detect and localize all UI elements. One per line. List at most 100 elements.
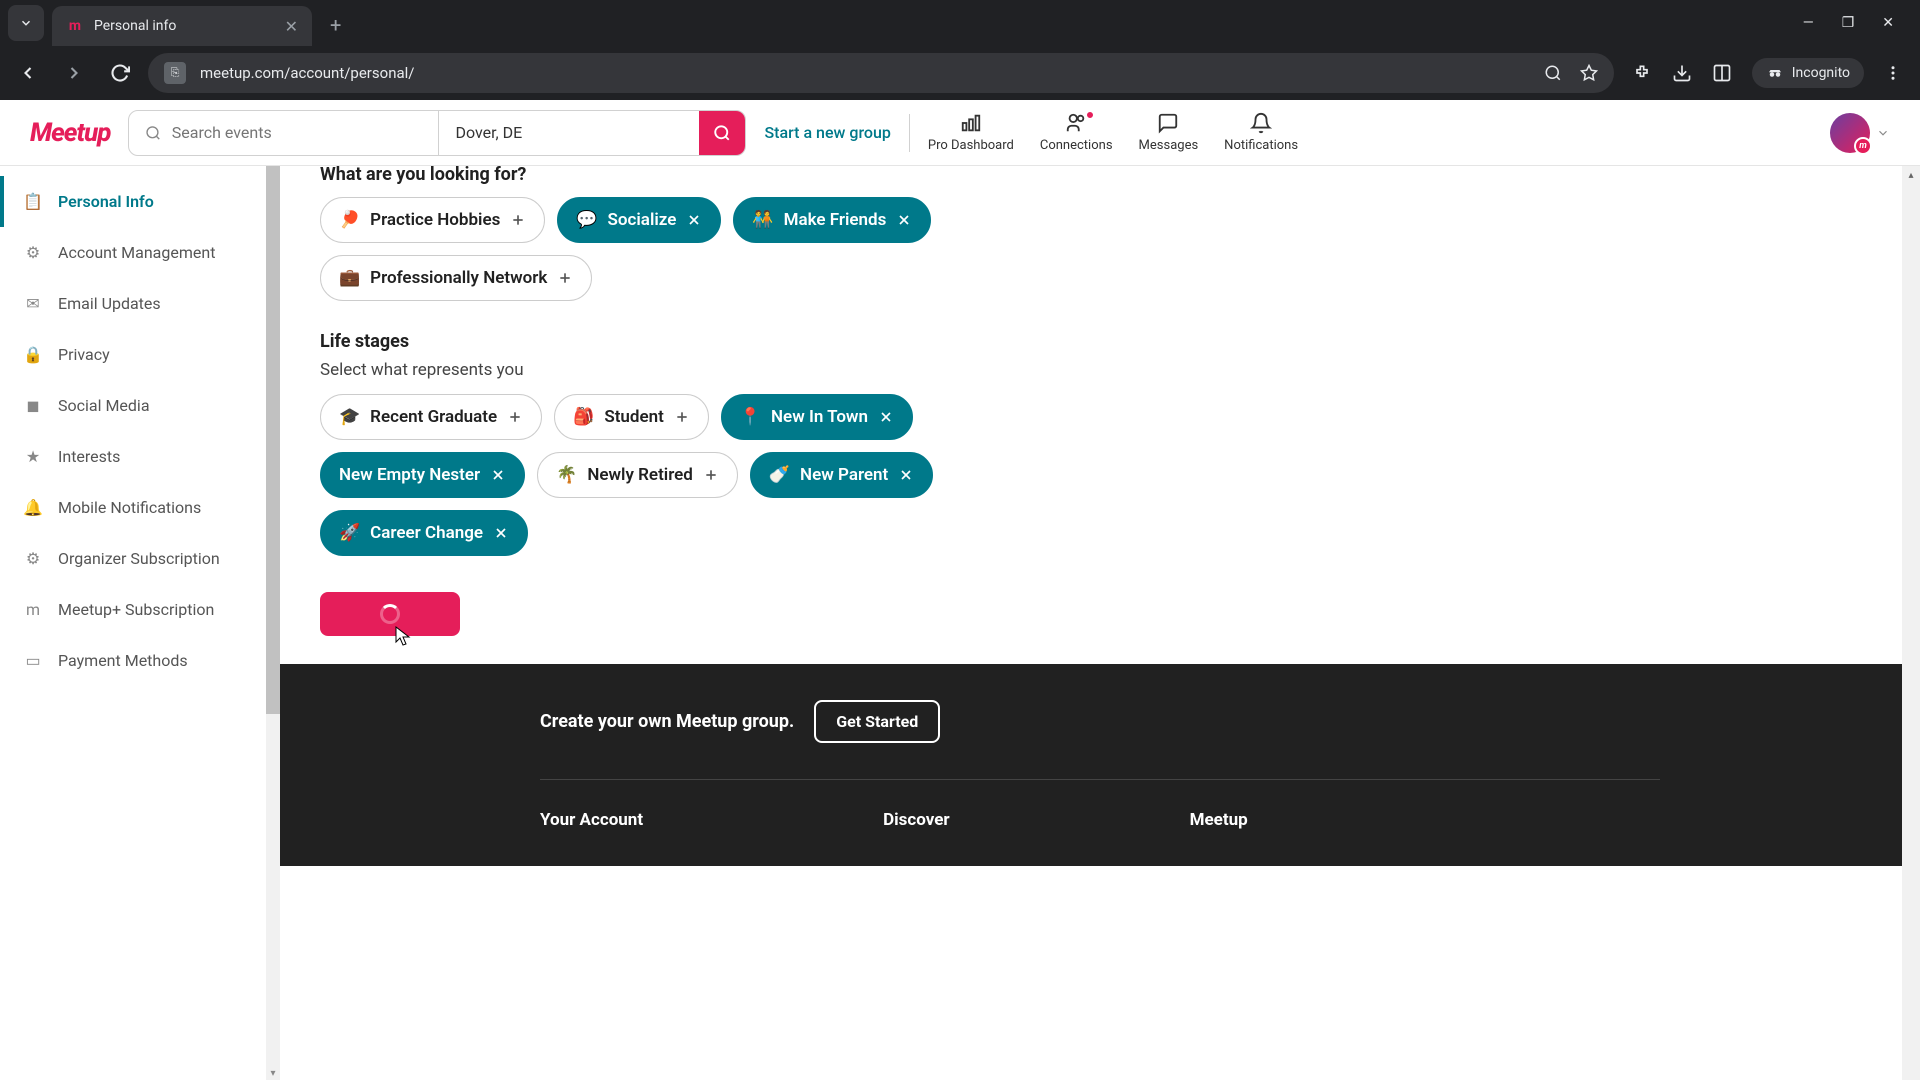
sidebar-icon: ⚙ — [24, 244, 42, 262]
avatar: m — [1830, 113, 1870, 153]
nav-notifications[interactable]: Notifications — [1224, 112, 1298, 153]
chip-make-friends[interactable]: 🧑‍🤝‍🧑Make Friends — [733, 197, 931, 243]
chip-practice-hobbies[interactable]: 🏓Practice Hobbies — [320, 197, 545, 243]
nav-label: Messages — [1139, 138, 1199, 153]
chip-career-change[interactable]: 🚀Career Change — [320, 510, 528, 556]
bookmark-icon[interactable] — [1580, 64, 1598, 82]
chip-professionally-network[interactable]: 💼 Professionally Network — [320, 255, 592, 301]
close-window-button[interactable]: ✕ — [1882, 15, 1894, 31]
scrollbar-thumb[interactable] — [266, 166, 280, 714]
sidebar-item-payment-methods[interactable]: ▭Payment Methods — [0, 635, 280, 686]
sidebar-item-email-updates[interactable]: ✉Email Updates — [0, 278, 280, 329]
sidebar-icon: 📋 — [24, 193, 42, 211]
site-info-icon[interactable]: ⎘ — [164, 62, 186, 84]
browser-menu-icon[interactable] — [1884, 64, 1902, 82]
get-started-button[interactable]: Get Started — [814, 700, 940, 743]
close-icon[interactable]: ✕ — [285, 17, 298, 36]
search-button[interactable] — [699, 111, 745, 155]
sidebar-item-meetup-subscription[interactable]: mMeetup+ Subscription — [0, 584, 280, 635]
search-container: Dover, DE — [128, 110, 746, 156]
sidebar-icon: 🔔 — [24, 499, 42, 517]
sidebar-item-account-management[interactable]: ⚙ Account Management — [0, 227, 280, 278]
sidebar-icon: ✉ — [24, 295, 42, 313]
save-button[interactable] — [320, 592, 460, 636]
new-tab-button[interactable]: + — [330, 13, 341, 37]
sidebar-item-privacy[interactable]: 🔒Privacy — [0, 329, 280, 380]
remove-icon — [490, 467, 506, 483]
scrollbar-up-arrow[interactable]: ▴ — [1902, 166, 1920, 184]
nav-connections[interactable]: Connections — [1040, 112, 1113, 153]
content-area: What are you looking for? 🏓Practice Hobb… — [280, 166, 1920, 1080]
extensions-icon[interactable] — [1632, 63, 1652, 83]
messages-icon — [1157, 112, 1179, 134]
content-scrollbar[interactable]: ▴ — [1902, 166, 1920, 1080]
forward-button[interactable] — [56, 55, 92, 91]
footer-col-discover: Discover — [883, 810, 950, 830]
chip-emoji: 📍 — [740, 407, 761, 427]
downloads-icon[interactable] — [1672, 63, 1692, 83]
nav-messages[interactable]: Messages — [1139, 112, 1199, 153]
scrollbar-down-arrow[interactable]: ▾ — [266, 1066, 280, 1080]
add-icon — [557, 270, 573, 286]
chip-recent-graduate[interactable]: 🎓Recent Graduate — [320, 394, 542, 440]
sidebar-item-mobile-notifications[interactable]: 🔔 Mobile Notifications — [0, 482, 280, 533]
notification-dot — [1085, 110, 1095, 120]
tab-search-button[interactable] — [8, 5, 44, 41]
sidebar-item-organizer-subscription[interactable]: ⚙ Organizer Subscription — [0, 533, 280, 584]
sidebar-icon: ⚙ — [24, 550, 42, 568]
reload-button[interactable] — [102, 55, 138, 91]
meetup-favicon: m — [66, 17, 84, 35]
remove-icon — [898, 467, 914, 483]
sidebar-item-label: Account Management — [58, 243, 215, 262]
search-events-field[interactable] — [129, 111, 439, 155]
avatar-badge: m — [1854, 137, 1872, 155]
nav-pro-dashboard[interactable]: Pro Dashboard — [928, 112, 1014, 153]
footer-col-account: Your Account — [540, 810, 643, 830]
incognito-badge[interactable]: Incognito — [1752, 58, 1864, 88]
sidebar-scrollbar[interactable]: ▾ — [266, 166, 280, 1080]
chip-new-in-town[interactable]: 📍New In Town — [721, 394, 913, 440]
sidebar-icon: ◼ — [24, 397, 42, 415]
chip-label: Socialize — [608, 210, 677, 230]
chip-emoji: 🍼 — [769, 465, 790, 485]
back-button[interactable] — [10, 55, 46, 91]
chip-emoji: 🚀 — [339, 523, 360, 543]
chip-new-empty-nester[interactable]: New Empty Nester — [320, 452, 525, 498]
browser-tab[interactable]: m Personal info ✕ — [52, 6, 312, 46]
meetup-logo[interactable]: Meetup — [30, 118, 110, 148]
minimize-button[interactable]: — — [1803, 15, 1814, 31]
bell-icon — [1250, 112, 1272, 134]
sidebar-item-label: Mobile Notifications — [58, 498, 201, 517]
footer-cta-text: Create your own Meetup group. — [540, 711, 794, 732]
zoom-icon[interactable] — [1544, 64, 1562, 82]
sidebar-item-personal-info[interactable]: 📋Personal Info — [0, 176, 280, 227]
footer: Create your own Meetup group. Get Starte… — [280, 664, 1920, 866]
chip-label: Practice Hobbies — [370, 210, 500, 230]
chip-student[interactable]: 🎒Student — [554, 394, 709, 440]
tab-bar: m Personal info ✕ + — ❐ ✕ — [0, 0, 1920, 46]
chip-emoji: 💼 — [339, 268, 360, 288]
chevron-down-icon — [1876, 126, 1890, 140]
search-location-field[interactable]: Dover, DE — [439, 111, 699, 155]
url-bar[interactable]: ⎘ meetup.com/account/personal/ — [148, 53, 1614, 93]
sidebar-item-label: Organizer Subscription — [58, 549, 220, 568]
sidebar-item-social-media[interactable]: ◼Social Media — [0, 380, 280, 431]
sidebar-icon: ★ — [24, 448, 42, 466]
chip-label: Professionally Network — [370, 268, 547, 288]
sidebar-icon: ▭ — [24, 652, 42, 670]
footer-columns: Your Account Discover Meetup — [540, 810, 1660, 830]
chip-label: Newly Retired — [587, 465, 693, 485]
start-group-link[interactable]: Start a new group — [764, 123, 890, 142]
maximize-button[interactable]: ❐ — [1842, 15, 1855, 31]
looking-for-chips: 🏓Practice Hobbies 💬Socialize 🧑‍🤝‍🧑Make Fri… — [320, 197, 1020, 301]
reading-list-icon[interactable] — [1712, 63, 1732, 83]
profile-menu[interactable]: m — [1830, 113, 1890, 153]
sidebar-item-interests[interactable]: ★Interests — [0, 431, 280, 482]
remove-icon — [493, 525, 509, 541]
search-input[interactable] — [172, 123, 423, 142]
chip-newly-retired[interactable]: 🌴Newly Retired — [537, 452, 738, 498]
chip-label: Student — [604, 407, 664, 427]
chip-socialize[interactable]: 💬Socialize — [557, 197, 721, 243]
divider — [909, 114, 910, 152]
chip-new-parent[interactable]: 🍼New Parent — [750, 452, 933, 498]
